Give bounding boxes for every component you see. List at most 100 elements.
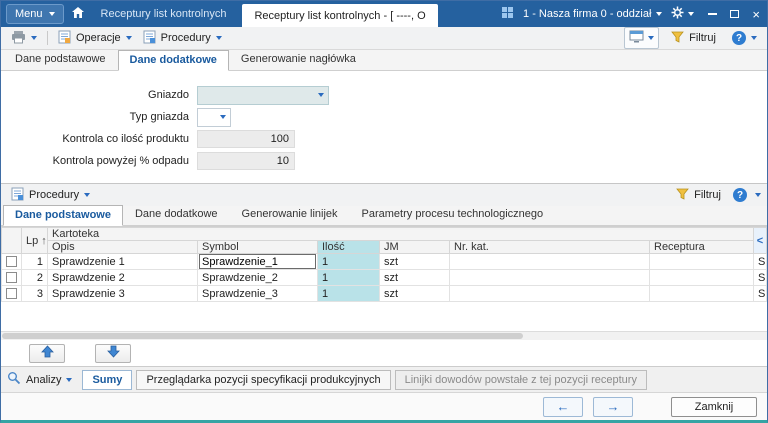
col-header-symbol[interactable]: Symbol <box>197 240 318 254</box>
symbol-editor[interactable] <box>199 254 316 269</box>
procedures-menu-button[interactable]: Procedury <box>7 185 94 206</box>
filtruj-button[interactable]: Filtruj <box>667 29 720 48</box>
tab-generowanie-naglowka[interactable]: Generowanie nagłówka <box>229 49 368 70</box>
cell-receptura[interactable] <box>648 285 755 302</box>
cell-receptura[interactable] <box>648 253 755 270</box>
proc-tab-generowanie-linijek[interactable]: Generowanie linijek <box>230 204 350 225</box>
typ-gniazda-select[interactable] <box>197 107 231 127</box>
chevron-down-icon <box>84 193 91 197</box>
form-row: Kontrola co ilość produktu <box>1 129 767 149</box>
procedury-button[interactable]: Procedury <box>139 28 226 49</box>
company-selector[interactable]: 1 - Nasza firma 0 - oddział <box>523 8 663 20</box>
analizy-tab-sumy[interactable]: Sumy <box>82 369 133 390</box>
window-controls: × <box>708 8 760 21</box>
cell-nrkat[interactable] <box>449 285 650 302</box>
analizy-tab-przegladarka[interactable]: Przeglądarka pozycji specyfikacji produk… <box>136 369 391 390</box>
form-row: Kontrola powyżej % odpadu <box>1 151 767 171</box>
gear-icon <box>671 6 684 22</box>
zamknij-label: Zamknij <box>694 400 734 413</box>
proc-tab-parametry-procesu[interactable]: Parametry procesu technologicznego <box>350 204 556 225</box>
proc-tab-dane-podstawowe[interactable]: Dane podstawowe <box>3 205 123 226</box>
procedures-icon <box>11 187 24 204</box>
sort-asc-icon: ↑ <box>41 234 47 247</box>
gniazdo-select[interactable] <box>197 85 329 105</box>
select-all-header[interactable] <box>1 227 22 254</box>
maximize-button[interactable] <box>730 10 740 18</box>
operations-icon <box>58 30 71 47</box>
col-header-nrkat[interactable]: Nr. kat. <box>449 240 650 254</box>
procedures-filtruj-button[interactable]: Filtruj <box>672 186 725 205</box>
cell-ilosc[interactable]: 1 <box>317 253 380 270</box>
chevron-down-icon <box>215 36 222 40</box>
analizy-menu-button[interactable]: Analizy <box>7 371 78 388</box>
section-collapse-chevron-icon[interactable] <box>755 193 761 197</box>
footer-buttons: ← → Zamknij <box>533 396 757 417</box>
analizy-bar: Analizy Sumy Przeglądarka pozycji specyf… <box>1 366 767 392</box>
col-header-lp[interactable]: Lp ↑ <box>21 227 48 254</box>
col-header-kartoteka[interactable]: Kartoteka <box>46 227 755 241</box>
titlebar-tab-background[interactable]: Receptury list kontrolnych <box>92 8 236 20</box>
cell-receptura[interactable] <box>648 269 755 286</box>
filter-funnel-icon <box>676 188 689 203</box>
tab-dane-podstawowe[interactable]: Dane podstawowe <box>3 49 118 70</box>
zamknij-button[interactable]: Zamknij <box>671 396 757 417</box>
operacje-button[interactable]: Operacje <box>54 28 136 49</box>
proc-tab-dane-dodatkowe[interactable]: Dane dodatkowe <box>123 204 230 225</box>
menu-button[interactable]: Menu <box>6 4 64 24</box>
previous-record-button[interactable]: ← <box>543 396 583 417</box>
cell-clipped-column[interactable]: S <box>753 253 767 270</box>
help-icon[interactable]: ? <box>733 188 747 202</box>
row-checkbox[interactable] <box>6 272 17 283</box>
filtruj-label: Filtruj <box>689 32 716 44</box>
kontrola-odpad-field[interactable] <box>197 152 295 170</box>
col-header-ilosc[interactable]: Ilość <box>317 240 380 254</box>
col-header-jm[interactable]: JM <box>379 240 450 254</box>
cell-jm[interactable]: szt <box>379 269 450 286</box>
move-row-down-button[interactable] <box>95 343 131 363</box>
print-button[interactable] <box>7 28 41 49</box>
titlebar-tab-active[interactable]: Receptury list kontrolnych - [ ----, O <box>242 4 438 27</box>
cell-symbol[interactable]: Sprawdzenie_3 <box>197 285 318 302</box>
row-checkbox[interactable] <box>6 256 17 267</box>
cell-jm[interactable]: szt <box>379 285 450 302</box>
collapse-columns-button[interactable]: < <box>753 227 767 254</box>
app-grid-icon[interactable] <box>501 6 514 22</box>
cell-clipped-column[interactable]: S <box>753 285 767 302</box>
chevron-down-icon <box>751 36 757 40</box>
table-header-row-group: Lp ↑ Kartoteka < <box>1 227 767 254</box>
col-header-receptura[interactable]: Receptura <box>648 240 755 254</box>
cell-ilosc[interactable]: 1 <box>317 285 380 302</box>
cell-lp[interactable]: 3 <box>21 285 48 302</box>
cell-opis[interactable]: Sprawdzenie 1 <box>47 253 198 270</box>
cell-nrkat[interactable] <box>449 269 650 286</box>
cell-checkbox <box>1 269 22 286</box>
cell-nrkat[interactable] <box>449 253 650 270</box>
minimize-button[interactable] <box>708 13 718 15</box>
cell-clipped-column[interactable]: S <box>753 269 767 286</box>
cell-checkbox <box>1 253 22 270</box>
cell-lp[interactable]: 1 <box>21 253 48 270</box>
horizontal-scrollbar[interactable] <box>1 331 767 340</box>
view-options-button[interactable] <box>624 27 660 49</box>
procedures-toolbar-right: Filtruj ? <box>672 186 761 205</box>
chevron-down-icon <box>318 93 324 97</box>
cell-ilosc[interactable]: 1 <box>317 269 380 286</box>
tab-dane-dodatkowe[interactable]: Dane dodatkowe <box>117 50 229 71</box>
row-checkbox[interactable] <box>6 288 17 299</box>
next-record-button[interactable]: → <box>593 396 633 417</box>
cell-lp[interactable]: 2 <box>21 269 48 286</box>
cell-symbol[interactable]: Sprawdzenie_2 <box>197 269 318 286</box>
scrollbar-thumb[interactable] <box>2 333 523 339</box>
kontrola-ilosc-field[interactable] <box>197 130 295 148</box>
analizy-tab-linijki[interactable]: Linijki dowodów powstałe z tej pozycji r… <box>394 369 647 390</box>
cell-opis[interactable]: Sprawdzenie 2 <box>47 269 198 286</box>
help-button[interactable]: ? <box>728 29 761 47</box>
cell-jm[interactable]: szt <box>379 253 450 270</box>
gniazdo-label: Gniazdo <box>148 89 189 101</box>
cell-opis[interactable]: Sprawdzenie 3 <box>47 285 198 302</box>
col-header-opis[interactable]: Opis <box>47 240 198 254</box>
home-icon[interactable] <box>71 6 85 22</box>
move-row-up-button[interactable] <box>29 343 65 363</box>
close-button[interactable]: × <box>752 8 760 21</box>
settings-button[interactable] <box>671 6 695 22</box>
